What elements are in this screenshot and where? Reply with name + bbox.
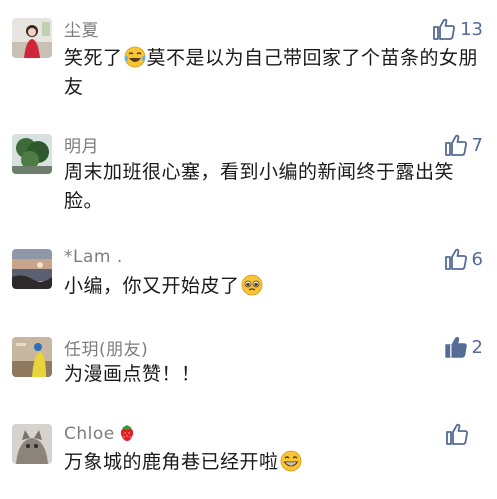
grinning-face-emoji — [280, 450, 301, 472]
thumbs-up-icon — [444, 134, 467, 156]
like-button[interactable] — [445, 423, 483, 445]
comment-text: 万象城的鹿角巷已经开啦 — [64, 448, 484, 477]
comment-author[interactable]: 尘夏 — [64, 16, 99, 41]
like-count: 13 — [460, 18, 483, 40]
tears-of-joy-emoji — [124, 46, 145, 68]
comment-author[interactable]: 明月 — [64, 132, 99, 157]
avatar[interactable] — [12, 134, 52, 174]
like-button[interactable]: 2 — [444, 336, 483, 358]
like-count: 2 — [471, 336, 483, 358]
thumbs-up-filled-icon — [444, 336, 467, 358]
avatar[interactable] — [12, 18, 52, 58]
comment-text: 为漫画点赞！！ — [64, 363, 201, 385]
comment-text: 笑死了 莫不是以为自己带回家了个苗条的女朋友 — [64, 46, 479, 98]
avatar[interactable] — [12, 424, 52, 464]
like-button[interactable]: 6 — [444, 248, 483, 270]
pleading-face-emoji — [241, 274, 262, 296]
comment-author[interactable]: *Lam . — [64, 247, 123, 267]
thumbs-up-icon — [433, 18, 456, 40]
like-button[interactable]: 7 — [444, 134, 483, 156]
comment-author[interactable]: Chloe — [64, 422, 137, 444]
thumbs-up-icon — [444, 248, 467, 270]
like-count: 6 — [471, 248, 483, 270]
comment-text: 小编，你又开始皮了 — [64, 272, 484, 301]
avatar[interactable] — [12, 337, 52, 377]
comment-author[interactable]: 任玥(朋友) — [64, 335, 148, 360]
like-count: 7 — [471, 134, 483, 156]
avatar[interactable] — [12, 249, 52, 289]
comment-text: 周末加班很心塞，看到小编的新闻终于露出笑脸。 — [64, 161, 455, 212]
thumbs-up-icon — [446, 423, 468, 445]
strawberry-emoji — [120, 425, 133, 441]
like-button[interactable]: 13 — [432, 18, 483, 40]
